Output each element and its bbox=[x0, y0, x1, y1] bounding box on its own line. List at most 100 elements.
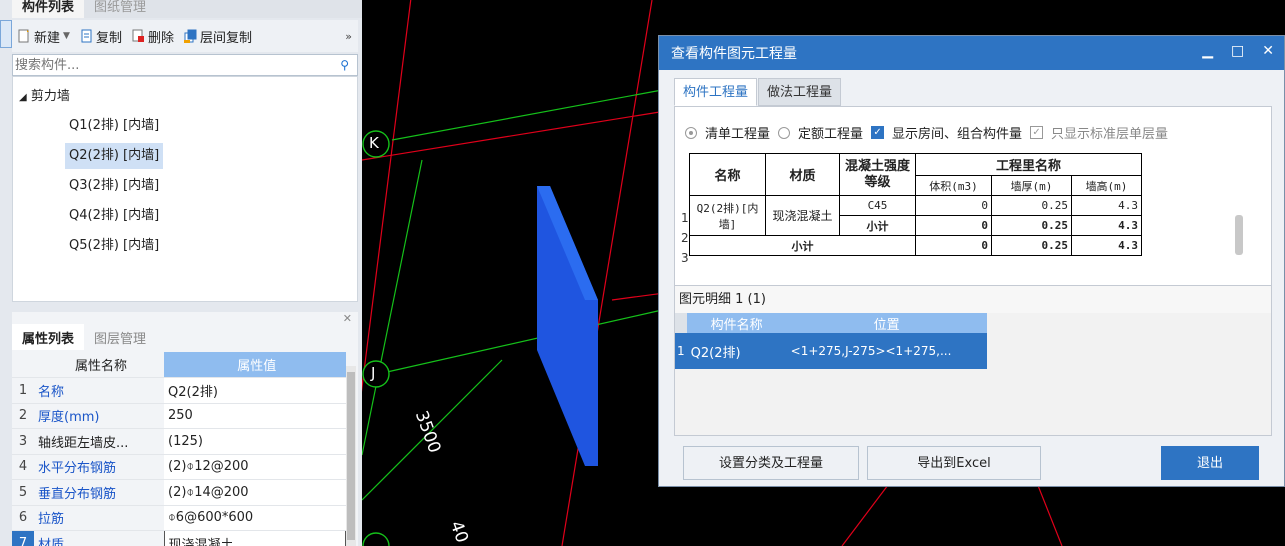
tree-root-label: 剪力墙 bbox=[30, 89, 70, 104]
tab-component-quantity[interactable]: 构件工程量 bbox=[674, 78, 758, 106]
table-row[interactable]: 1 Q2(2排) <1+275,J-275><1+275,... bbox=[675, 333, 987, 369]
property-value[interactable]: (2)⌽14@200 bbox=[164, 479, 346, 506]
row-index: 6 bbox=[12, 505, 34, 531]
show-rooms-checkbox[interactable]: ✓ bbox=[871, 126, 885, 139]
property-value[interactable]: ⌽6@600*600 bbox=[164, 505, 346, 531]
dialog-tabbar: 构件工程量 做法工程量 bbox=[674, 78, 842, 106]
export-excel-button[interactable]: 导出到Excel bbox=[867, 446, 1041, 480]
maximize-icon[interactable]: □ bbox=[1231, 43, 1244, 59]
table-row[interactable]: 1 名称 Q2(2排) bbox=[12, 377, 346, 404]
quantity-panel: 清单工程量 定额工程量 ✓ 显示房间、组合构件量 ✓ 只显示标准层单层量 1 2… bbox=[674, 106, 1272, 436]
delete-icon bbox=[132, 29, 144, 42]
property-value[interactable]: 现浇混凝土 bbox=[163, 530, 346, 546]
height-cell: 4.3 bbox=[1071, 235, 1142, 256]
delete-button[interactable]: 删除 bbox=[132, 27, 174, 46]
tab-layer-management[interactable]: 图层管理 bbox=[84, 324, 156, 350]
total-label: 小计 bbox=[689, 235, 916, 256]
detail-table: 构件名称 位置 1 Q2(2排) <1+275,J-275><1+275,... bbox=[675, 313, 987, 369]
new-label: 新建 bbox=[34, 30, 61, 46]
axis-bubble bbox=[362, 532, 390, 546]
tree-item[interactable]: Q3(2排) [内墙] bbox=[65, 173, 163, 199]
thickness-cell: 0.25 bbox=[991, 195, 1072, 216]
scroll-thumb[interactable] bbox=[347, 372, 355, 540]
material-cell: 现浇混凝土 bbox=[765, 195, 840, 236]
col-grade-header: 混凝土强度等级 bbox=[839, 153, 916, 196]
grid-line bbox=[361, 109, 673, 161]
search-icon[interactable]: ⚲ bbox=[340, 58, 349, 72]
component-search: ⚲ bbox=[12, 54, 358, 76]
dialog-titlebar[interactable]: 查看构件图元工程量 ▁ □ ✕ bbox=[659, 36, 1284, 70]
copy-button[interactable]: 复制 bbox=[80, 27, 122, 46]
col-name-header: 名称 bbox=[689, 153, 766, 196]
collapse-triangle-icon[interactable]: ◢ bbox=[19, 92, 27, 103]
close-icon[interactable]: ✕ bbox=[343, 312, 352, 325]
property-value[interactable]: (125) bbox=[164, 428, 346, 455]
floor-copy-button[interactable]: 层间复制 bbox=[183, 27, 252, 46]
row-index: 5 bbox=[12, 479, 34, 506]
property-value[interactable]: 250 bbox=[164, 403, 346, 429]
property-value[interactable]: Q2(2排) bbox=[164, 377, 346, 404]
minimize-icon[interactable]: ▁ bbox=[1202, 43, 1213, 59]
std-floor-checkbox[interactable]: ✓ bbox=[1030, 126, 1044, 139]
set-category-button[interactable]: 设置分类及工程量 bbox=[683, 446, 859, 480]
exit-button[interactable]: 退出 bbox=[1161, 446, 1259, 480]
property-table: 属性名称 属性值 1 名称 Q2(2排) 2 厚度(mm) 250 3 轴线距左墙皮...… bbox=[12, 352, 346, 546]
table-row[interactable]: 2 厚度(mm) 250 bbox=[12, 403, 346, 429]
axis-bubble bbox=[362, 360, 390, 388]
axis-label-k: K bbox=[369, 134, 379, 152]
tree-root-shear-wall[interactable]: ◢ 剪力墙 bbox=[19, 85, 70, 104]
table-row[interactable]: 7 材质 现浇混凝土 bbox=[12, 530, 346, 546]
tree-item[interactable]: Q4(2排) [内墙] bbox=[65, 203, 163, 229]
new-button[interactable]: 新建 ▼ bbox=[18, 27, 70, 46]
copy-label: 复制 bbox=[95, 30, 122, 46]
row-number: 3 bbox=[681, 251, 689, 265]
axis-line bbox=[361, 159, 423, 456]
bill-qty-radio[interactable] bbox=[685, 126, 697, 139]
property-value[interactable]: (2)⌽12@200 bbox=[164, 454, 346, 480]
property-name: 材质 bbox=[34, 530, 164, 546]
table-row[interactable]: 4 水平分布钢筋 (2)⌽12@200 bbox=[12, 454, 346, 480]
tab-drawing-management[interactable]: 图纸管理 bbox=[84, 0, 156, 18]
property-name-header: 属性名称 bbox=[34, 352, 164, 378]
tab-method-quantity[interactable]: 做法工程量 bbox=[758, 78, 842, 106]
table-row[interactable]: 5 垂直分布钢筋 (2)⌽14@200 bbox=[12, 479, 346, 506]
row-index: 4 bbox=[12, 454, 34, 480]
tab-component-list[interactable]: 构件列表 bbox=[12, 0, 85, 18]
axis-line bbox=[391, 89, 663, 141]
table-row[interactable]: 6 拉筋 ⌽6@600*600 bbox=[12, 505, 346, 531]
close-icon[interactable]: ✕ bbox=[1262, 43, 1274, 59]
quantity-options: 清单工程量 定额工程量 ✓ 显示房间、组合构件量 ✓ 只显示标准层单层量 bbox=[685, 123, 1168, 142]
quota-qty-radio[interactable] bbox=[778, 126, 791, 139]
floor-copy-icon bbox=[183, 29, 197, 43]
property-name: 轴线距左墙皮... bbox=[34, 428, 164, 455]
row-number: 1 bbox=[681, 211, 689, 225]
property-name: 垂直分布钢筋 bbox=[34, 479, 164, 506]
col-volume-header: 体积(m3) bbox=[915, 175, 992, 196]
detail-position-header: 位置 bbox=[786, 313, 987, 333]
row-index: 3 bbox=[12, 428, 34, 455]
volume-cell: 0 bbox=[915, 235, 992, 256]
property-scrollbar[interactable] bbox=[346, 366, 356, 546]
height-cell: 4.3 bbox=[1071, 195, 1142, 216]
more-icon[interactable]: » bbox=[345, 30, 352, 43]
col-height-header: 墙高(m) bbox=[1071, 175, 1142, 196]
collapse-handle[interactable] bbox=[0, 20, 12, 48]
grade-cell: C45 bbox=[839, 195, 916, 216]
quantity-table-area: 1 2 3 名称 材质 混凝土强度等级 工程里名称 体积(m3) 墙厚(m) 墙… bbox=[681, 153, 1251, 269]
property-value-header: 属性值 bbox=[164, 352, 346, 378]
tree-item[interactable]: Q1(2排) [内墙] bbox=[65, 113, 163, 139]
component-tabbar: 构件列表 图纸管理 bbox=[12, 0, 362, 18]
tree-item[interactable]: Q5(2排) [内墙] bbox=[65, 233, 163, 259]
tab-property-list[interactable]: 属性列表 bbox=[12, 324, 85, 350]
property-name: 名称 bbox=[34, 377, 164, 404]
property-panel: ✕ 属性列表 图层管理 属性名称 属性值 1 名称 Q2(2排) 2 厚度(mm) 25… bbox=[12, 312, 358, 546]
component-tree: ◢ 剪力墙 Q1(2排) [内墙] Q2(2排) [内墙] Q3(2排) [内墙… bbox=[12, 76, 358, 302]
copy-icon bbox=[81, 29, 92, 43]
search-input[interactable] bbox=[13, 55, 328, 75]
detail-header: 图元明细 1 (1) bbox=[675, 285, 1271, 313]
tree-item-selected[interactable]: Q2(2排) [内墙] bbox=[65, 143, 164, 169]
table-scrollbar[interactable] bbox=[1235, 215, 1243, 255]
table-row[interactable]: 3 轴线距左墙皮... (125) bbox=[12, 428, 346, 455]
row-number: 2 bbox=[681, 231, 689, 245]
col-material-header: 材质 bbox=[765, 153, 840, 196]
